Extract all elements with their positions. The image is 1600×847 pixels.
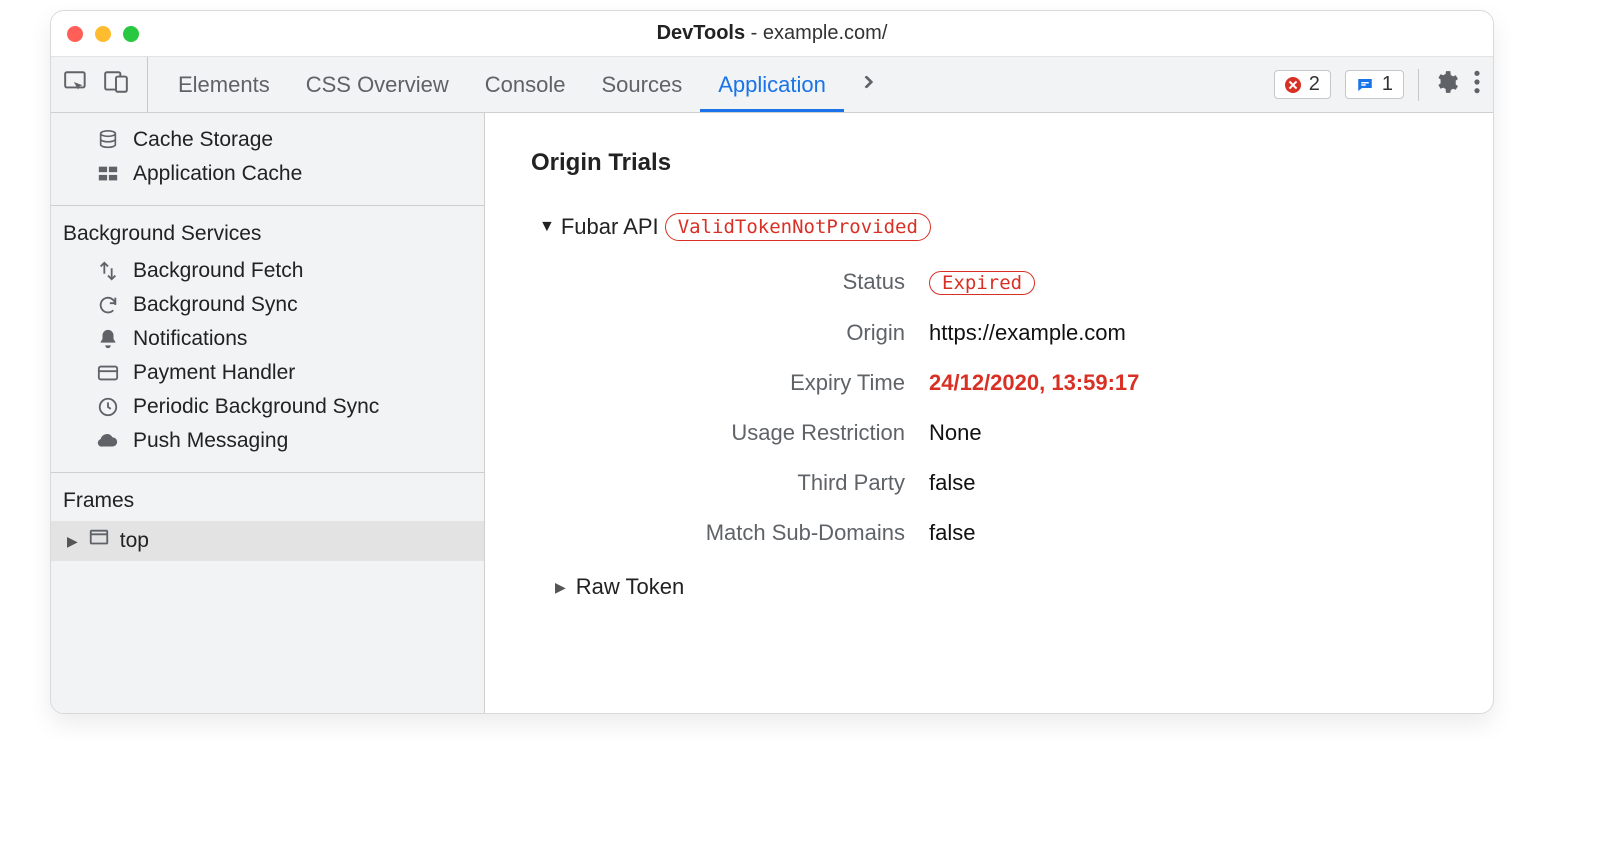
main-panel: Origin Trials ▼ Fubar API ValidTokenNotP…: [485, 113, 1493, 713]
sidebar-section-frames: Frames: [51, 479, 484, 521]
sidebar: Cache Storage Application Cache Backgrou…: [51, 113, 485, 713]
frame-top-label: top: [120, 529, 149, 553]
tab-elements[interactable]: Elements: [160, 57, 288, 112]
token-status-badge: ValidTokenNotProvided: [665, 213, 931, 241]
raw-token-row[interactable]: ▶ Raw Token: [555, 574, 1453, 600]
third-party-value: false: [929, 470, 1453, 496]
tab-css-overview[interactable]: CSS Overview: [288, 57, 467, 112]
tab-sources[interactable]: Sources: [583, 57, 700, 112]
close-window-button[interactable]: [67, 26, 83, 42]
sidebar-item-periodic-background-sync[interactable]: Periodic Background Sync: [51, 390, 484, 424]
match-subdomains-value: false: [929, 520, 1453, 546]
sidebar-item-application-cache[interactable]: Application Cache: [51, 157, 484, 191]
titlebar: DevTools - example.com/: [51, 11, 1493, 57]
devtools-toolbar: Elements CSS Overview Console Sources Ap…: [51, 57, 1493, 113]
clock-icon: [95, 394, 121, 420]
api-row[interactable]: ▼ Fubar API ValidTokenNotProvided: [539, 213, 1453, 241]
sync-icon: [95, 292, 121, 318]
grid-icon: [95, 161, 121, 187]
collapse-icon: ▼: [539, 218, 555, 236]
details-grid: Status Expired Origin https://example.co…: [605, 269, 1453, 546]
sidebar-item-background-fetch[interactable]: Background Fetch: [51, 254, 484, 288]
status-label: Status: [605, 269, 905, 296]
origin-value: https://example.com: [929, 320, 1453, 346]
status-value: Expired: [929, 269, 1453, 296]
expand-icon: ▶: [555, 579, 566, 596]
title-app: DevTools: [657, 22, 746, 44]
raw-token-label: Raw Token: [576, 574, 684, 600]
third-party-label: Third Party: [605, 470, 905, 496]
messages-count: 1: [1382, 73, 1393, 96]
more-tabs-button[interactable]: [844, 71, 894, 99]
origin-trials-heading: Origin Trials: [531, 149, 1453, 177]
settings-icon[interactable]: [1433, 69, 1459, 101]
minimize-window-button[interactable]: [95, 26, 111, 42]
inspect-element-icon[interactable]: [63, 69, 89, 101]
expiry-label: Expiry Time: [605, 370, 905, 396]
sidebar-item-payment-handler[interactable]: Payment Handler: [51, 356, 484, 390]
usage-label: Usage Restriction: [605, 420, 905, 446]
errors-count: 2: [1309, 73, 1320, 96]
devtools-window: DevTools - example.com/ Elements CSS Ove…: [50, 10, 1494, 714]
bell-icon: [95, 326, 121, 352]
transfer-icon: [95, 258, 121, 284]
errors-badge[interactable]: 2: [1274, 70, 1331, 99]
cloud-icon: [95, 428, 121, 454]
card-icon: [95, 360, 121, 386]
device-toolbar-icon[interactable]: [103, 69, 129, 101]
title-url: example.com/: [763, 22, 888, 44]
messages-badge[interactable]: 1: [1345, 70, 1404, 99]
usage-value: None: [929, 420, 1453, 446]
origin-label: Origin: [605, 320, 905, 346]
error-icon: [1285, 77, 1301, 93]
window-title: DevTools - example.com/: [51, 22, 1493, 45]
message-icon: [1356, 76, 1374, 94]
frame-icon: [88, 527, 110, 555]
sidebar-item-background-sync[interactable]: Background Sync: [51, 288, 484, 322]
tab-application[interactable]: Application: [700, 57, 844, 112]
expand-icon: ▶: [67, 533, 78, 550]
maximize-window-button[interactable]: [123, 26, 139, 42]
api-name: Fubar API: [561, 214, 659, 240]
database-icon: [95, 127, 121, 153]
frames-top-row[interactable]: ▶ top: [51, 521, 484, 561]
expiry-value: 24/12/2020, 13:59:17: [929, 370, 1453, 396]
sidebar-item-notifications[interactable]: Notifications: [51, 322, 484, 356]
sidebar-section-background-services: Background Services: [51, 212, 484, 254]
sidebar-item-push-messaging[interactable]: Push Messaging: [51, 424, 484, 458]
kebab-menu-icon[interactable]: [1473, 69, 1481, 101]
window-controls: [67, 26, 139, 42]
match-subdomains-label: Match Sub-Domains: [605, 520, 905, 546]
sidebar-item-cache-storage[interactable]: Cache Storage: [51, 123, 484, 157]
tab-console[interactable]: Console: [467, 57, 584, 112]
